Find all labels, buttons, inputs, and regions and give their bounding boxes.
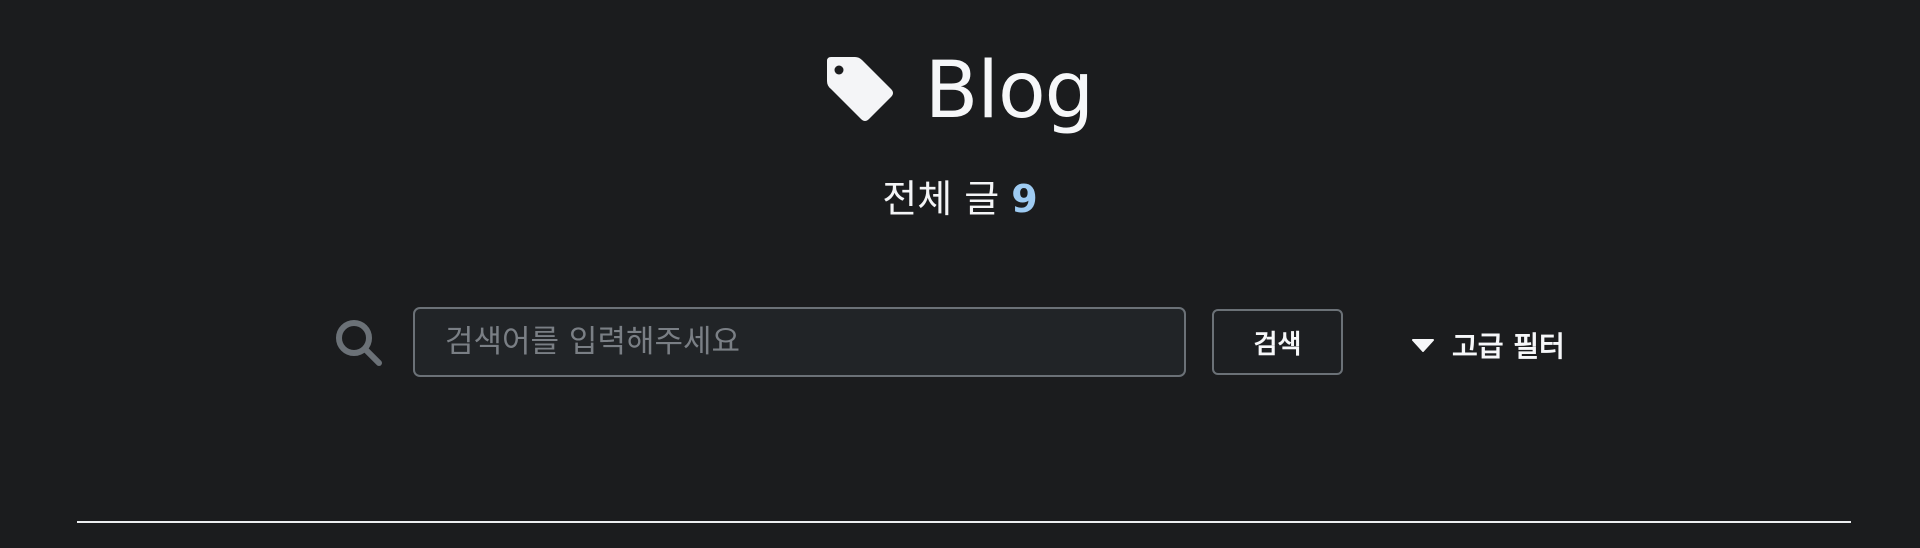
page-title: Blog — [924, 46, 1094, 136]
post-count-summary: 전체 글9 — [0, 180, 1920, 218]
advanced-filter-toggle[interactable]: 고급 필터 — [1412, 325, 1565, 365]
search-input[interactable] — [413, 307, 1186, 377]
search-button[interactable]: 검색 — [1212, 309, 1343, 375]
section-divider — [77, 521, 1851, 523]
post-count-value: 9 — [1011, 177, 1038, 221]
tag-icon — [821, 53, 897, 129]
post-count-label: 전체 글 — [882, 177, 1000, 221]
header-title-group: Blog — [821, 46, 1094, 136]
blog-page: Blog 전체 글9 검색 고급 필터 — [0, 0, 1920, 548]
advanced-filter-label: 고급 필터 — [1452, 330, 1565, 363]
caret-down-icon — [1412, 338, 1434, 352]
page-header: Blog — [0, 52, 1920, 130]
search-icon — [333, 317, 385, 369]
search-bar: 검색 고급 필터 — [0, 305, 1920, 381]
